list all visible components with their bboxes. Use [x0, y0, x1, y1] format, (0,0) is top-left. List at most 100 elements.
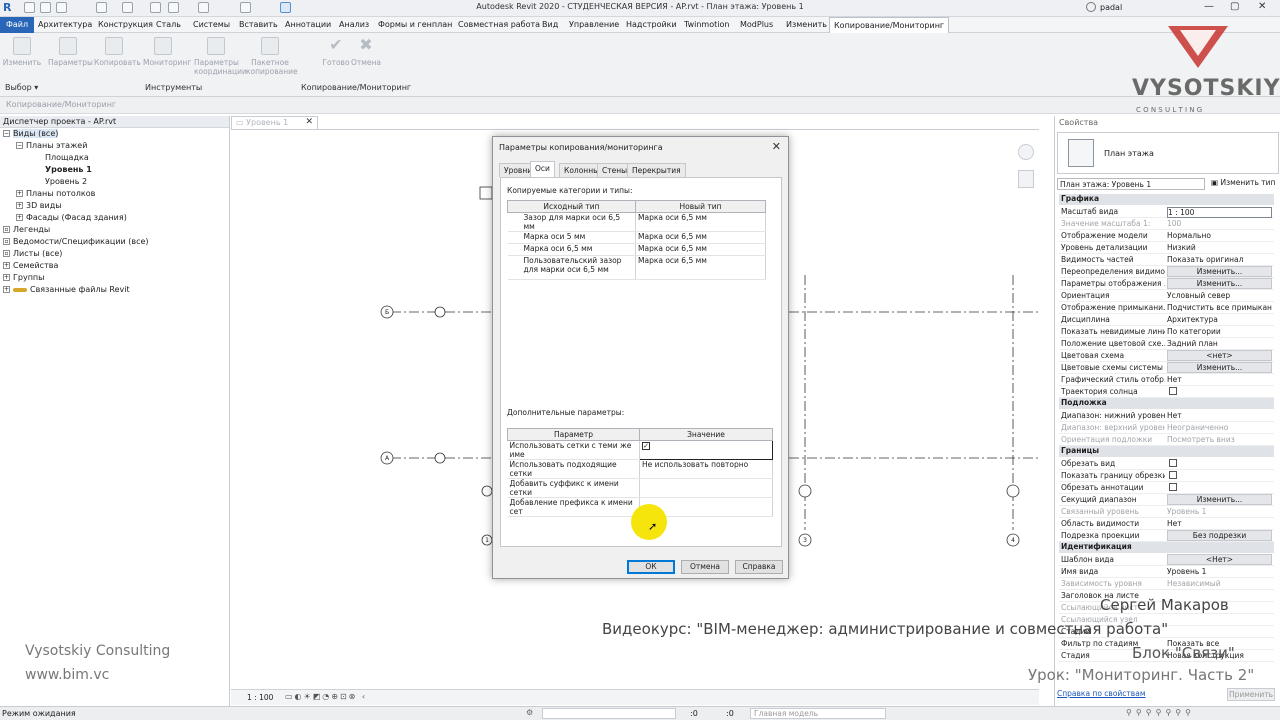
value-cell[interactable]: Не использовать повторно: [639, 459, 773, 479]
modify-button[interactable]: Изменить: [2, 37, 42, 67]
workset-icon[interactable]: ⚙: [526, 708, 533, 717]
new-type-cell[interactable]: Марка оси 6,5 мм: [635, 243, 766, 256]
tab-architecture[interactable]: Архитектура: [34, 17, 96, 33]
property-row[interactable]: Ориентация подложки Посмотреть вниз: [1059, 434, 1274, 446]
workset-dropdown[interactable]: [542, 708, 676, 719]
table-row[interactable]: Зазор для марки оси 6,5 мм Марка оси 6,5 …: [507, 212, 766, 232]
tab-modify[interactable]: Изменить: [782, 17, 831, 33]
main-model-dropdown[interactable]: Главная модель: [750, 708, 886, 719]
property-value[interactable]: Нет: [1167, 519, 1272, 528]
expand-icon[interactable]: +: [16, 214, 23, 221]
property-row[interactable]: Шаблон вида <Нет>: [1059, 554, 1274, 566]
property-value[interactable]: 100: [1167, 219, 1272, 228]
table-row[interactable]: Использовать сетки с теми же име ✓: [507, 440, 773, 460]
copy-button[interactable]: Копировать: [94, 37, 141, 67]
property-row[interactable]: Цветовые схемы системы Изменить...: [1059, 362, 1274, 374]
tab-twinmotion[interactable]: Twinmotion: [680, 17, 733, 33]
property-button[interactable]: Без подрезки: [1167, 530, 1272, 541]
property-row[interactable]: Секущий диапазон Изменить...: [1059, 494, 1274, 506]
property-row[interactable]: Дисциплина Архитектура: [1059, 314, 1274, 326]
table-row[interactable]: Марка оси 5 мм Марка оси 6,5 мм: [507, 231, 766, 244]
batch-copy-button[interactable]: Пакетное копирование: [246, 37, 298, 76]
tab-addins[interactable]: Надстройки: [622, 17, 681, 33]
property-row[interactable]: Графический стиль отобр... Нет: [1059, 374, 1274, 386]
property-checkbox[interactable]: [1169, 471, 1177, 479]
property-checkbox[interactable]: [1169, 483, 1177, 491]
property-row[interactable]: Масштаб вида 1 : 100: [1059, 206, 1274, 218]
property-value[interactable]: Посмотреть вниз: [1167, 435, 1272, 444]
new-type-cell[interactable]: Марка оси 6,5 мм: [635, 255, 766, 280]
expand-icon[interactable]: +: [3, 274, 10, 281]
property-button[interactable]: <Нет>: [1167, 554, 1272, 565]
view-tab[interactable]: ▭ Уровень 1 ✕: [231, 116, 318, 129]
edit-type-button[interactable]: ▣ Изменить тип: [1211, 178, 1275, 187]
navigation-wheel-icon[interactable]: [1018, 144, 1034, 160]
property-row[interactable]: Подрезка проекции Без подрезки: [1059, 530, 1274, 542]
tab-insert[interactable]: Вставить: [235, 17, 282, 33]
property-button[interactable]: Изменить...: [1167, 278, 1272, 289]
property-button[interactable]: Изменить...: [1167, 362, 1272, 373]
browser-item-legends[interactable]: ▫ Легенды: [3, 225, 50, 234]
property-checkbox[interactable]: [1169, 459, 1177, 467]
zoom-icon[interactable]: [1018, 170, 1034, 188]
expand-icon[interactable]: +: [3, 286, 10, 293]
property-row[interactable]: Область видимости Нет: [1059, 518, 1274, 530]
new-type-cell[interactable]: Марка оси 6,5 мм: [635, 212, 766, 232]
browser-item-3d-views[interactable]: +3D виды: [16, 201, 62, 210]
property-row[interactable]: Траектория солнца: [1059, 386, 1274, 398]
selection-filter-icons[interactable]: ⚲⚲⚲⚲⚲⚲⚲: [1126, 708, 1195, 717]
new-type-cell[interactable]: Марка оси 6,5 мм: [635, 231, 766, 244]
value-cell[interactable]: [639, 478, 773, 498]
section-extents[interactable]: Границы: [1059, 446, 1274, 457]
minimize-button[interactable]: —: [1204, 1, 1214, 12]
property-row[interactable]: Обрезать аннотации: [1059, 482, 1274, 494]
property-row[interactable]: Переопределения видимо... Изменить...: [1059, 266, 1274, 278]
property-value[interactable]: Условный север: [1167, 291, 1272, 300]
browser-item-schedules[interactable]: ▫ Ведомости/Спецификации (все): [3, 237, 149, 246]
property-value[interactable]: По категории: [1167, 327, 1272, 336]
tab-view[interactable]: Вид: [538, 17, 562, 33]
browser-item-level2[interactable]: Уровень 2: [45, 177, 87, 186]
user-name[interactable]: padal: [1100, 3, 1122, 12]
browser-item-sheets[interactable]: ▫ Листы (все): [3, 249, 62, 258]
property-row[interactable]: Параметры отображения ... Изменить...: [1059, 278, 1274, 290]
close-button[interactable]: ✕: [1258, 1, 1266, 12]
property-row[interactable]: Зависимость уровня Независимый: [1059, 578, 1274, 590]
property-value[interactable]: Подчистить все примыкан...: [1167, 303, 1272, 312]
property-row[interactable]: Показать невидимые линии По категории: [1059, 326, 1274, 338]
property-value[interactable]: Показать оригинал: [1167, 255, 1272, 264]
expand-icon[interactable]: +: [3, 262, 10, 269]
type-selector[interactable]: План этажа: [1057, 132, 1279, 174]
section-underlay[interactable]: Подложка: [1059, 398, 1274, 409]
tab-annotate[interactable]: Аннотации: [281, 17, 335, 33]
table-row[interactable]: Пользовательский зазор для марки оси 6,5…: [507, 255, 766, 280]
tab-floors[interactable]: Перекрытия: [627, 163, 686, 177]
browser-item-groups[interactable]: + Группы: [3, 273, 44, 282]
tab-manage[interactable]: Управление: [565, 17, 623, 33]
expand-icon[interactable]: +: [16, 190, 23, 197]
table-row[interactable]: Использовать подходящие сетки Не использо…: [507, 459, 773, 479]
tab-copy-monitor[interactable]: Копирование/Мониторинг: [829, 17, 950, 33]
tab-massing[interactable]: Формы и генплан: [374, 17, 456, 33]
property-button[interactable]: <нет>: [1167, 350, 1272, 361]
tab-collaborate[interactable]: Совместная работа: [454, 17, 544, 33]
property-row[interactable]: Имя вида Уровень 1: [1059, 566, 1274, 578]
scale-label[interactable]: 1 : 100: [247, 693, 273, 702]
value-cell[interactable]: ✓: [639, 440, 773, 460]
tab-systems[interactable]: Системы: [189, 17, 234, 33]
property-value[interactable]: Неограниченно: [1167, 423, 1272, 432]
property-value[interactable]: Нет: [1167, 411, 1272, 420]
property-row[interactable]: Диапазон: нижний уровень Нет: [1059, 410, 1274, 422]
property-row[interactable]: Видимость частей Показать оригинал: [1059, 254, 1274, 266]
cancel-ribbon-button[interactable]: ✖ Отмена: [346, 37, 386, 68]
property-row[interactable]: Отображение модели Нормально: [1059, 230, 1274, 242]
ok-button[interactable]: ОК: [627, 560, 675, 574]
browser-item-floor-plans[interactable]: − Планы этажей: [16, 141, 87, 150]
instance-selector[interactable]: План этажа: Уровень 1: [1057, 178, 1205, 190]
browser-item-links[interactable]: + Связанные файлы Revit: [3, 285, 130, 294]
section-graphics[interactable]: Графика: [1059, 194, 1274, 205]
browser-item-families[interactable]: + Семейства: [3, 261, 58, 270]
tab-steel[interactable]: Сталь: [152, 17, 185, 33]
cancel-button[interactable]: Отмена: [681, 560, 729, 574]
user-icon[interactable]: [1086, 2, 1096, 12]
